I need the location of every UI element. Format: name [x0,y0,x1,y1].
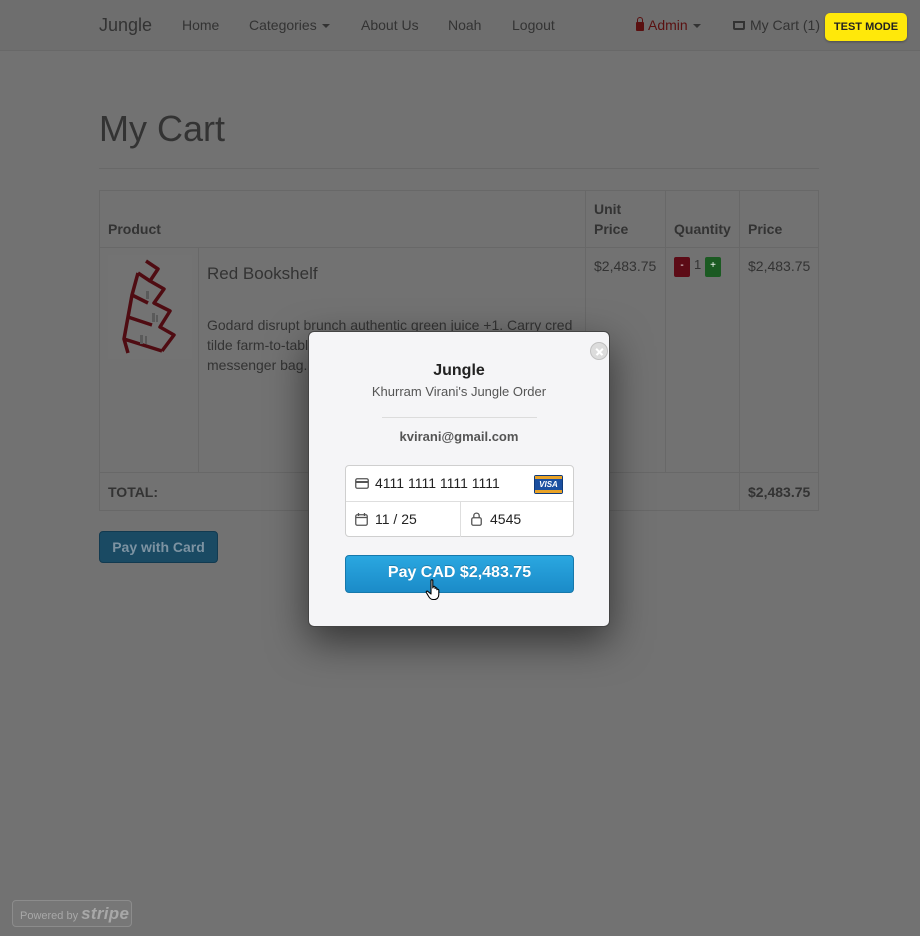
hand-pointer-icon [425,579,440,601]
navbar: Jungle Home Categories About Us Noah Log… [0,0,920,51]
total-value: $2,483.75 [748,484,811,500]
total-label: TOTAL: [108,484,159,500]
my-cart-link[interactable]: My Cart (1) [733,17,820,33]
chevron-down-icon [692,24,701,29]
table-col-divider [198,247,199,473]
checkout-modal: Jungle Khurram Virani's Jungle Order kvi… [308,331,610,627]
card-number-input[interactable]: 4111 1111 1111 1111 [375,475,500,491]
card-field-divider [460,502,461,537]
lock-icon [471,512,482,526]
powered-by-stripe-badge[interactable]: Powered by stripe [12,900,132,927]
nav-categories[interactable]: Categories [249,17,330,33]
close-icon[interactable] [590,342,608,360]
stripe-logo: stripe [81,904,130,923]
header-product: Product [108,221,161,237]
cvc-input[interactable]: 4545 [490,511,521,527]
admin-dropdown[interactable]: Admin [636,17,701,33]
credit-card-icon [355,478,369,489]
header-price: Price [748,221,783,237]
nav-logout[interactable]: Logout [512,17,555,33]
calendar-icon [355,513,368,526]
pay-button[interactable]: Pay CAD $2,483.75 [345,555,574,593]
unit-price-value: $2,483.75 [594,258,657,274]
table-col-divider [665,190,666,473]
powered-by-prefix: Powered by [20,910,79,922]
checkout-title: Jungle [433,362,485,379]
product-thumbnail [108,255,192,359]
page-title: My Cart [99,108,225,149]
line-price-value: $2,483.75 [748,258,811,274]
visa-icon: VISA [534,475,563,494]
admin-label: Admin [648,17,688,33]
expiry-input[interactable]: 11 / 25 [375,511,417,527]
brand-logo[interactable]: Jungle [99,15,152,36]
increase-quantity-button[interactable]: + [705,257,721,277]
pay-with-card-button[interactable]: Pay with Card [99,531,218,563]
checkout-subtitle: Khurram Virani's Jungle Order [371,384,547,399]
nav-home[interactable]: Home [182,17,219,33]
title-divider [99,168,819,169]
table-header-divider [99,247,819,248]
checkout-email[interactable]: kvirani@gmail.com [309,429,609,444]
cart-icon [733,21,745,30]
lock-icon [636,17,644,31]
header-unit-price: Unit Price [594,201,629,237]
cart-page: Jungle Home Categories About Us Noah Log… [0,0,920,936]
card-details-group: 4111 1111 1111 1111 VISA 11 / 25 4545 [345,465,574,537]
checkout-divider [382,417,537,418]
quantity-value: 1 [694,257,702,272]
product-name[interactable]: Red Bookshelf [207,264,318,284]
table-col-divider [739,190,740,511]
header-quantity: Quantity [674,221,731,237]
my-cart-label: My Cart (1) [750,17,820,33]
nav-categories-label: Categories [249,17,317,33]
decrease-quantity-button[interactable]: - [674,257,690,277]
test-mode-badge: TEST MODE [825,13,907,41]
chevron-down-icon [321,24,330,29]
nav-about[interactable]: About Us [361,17,419,33]
nav-user[interactable]: Noah [448,17,481,33]
